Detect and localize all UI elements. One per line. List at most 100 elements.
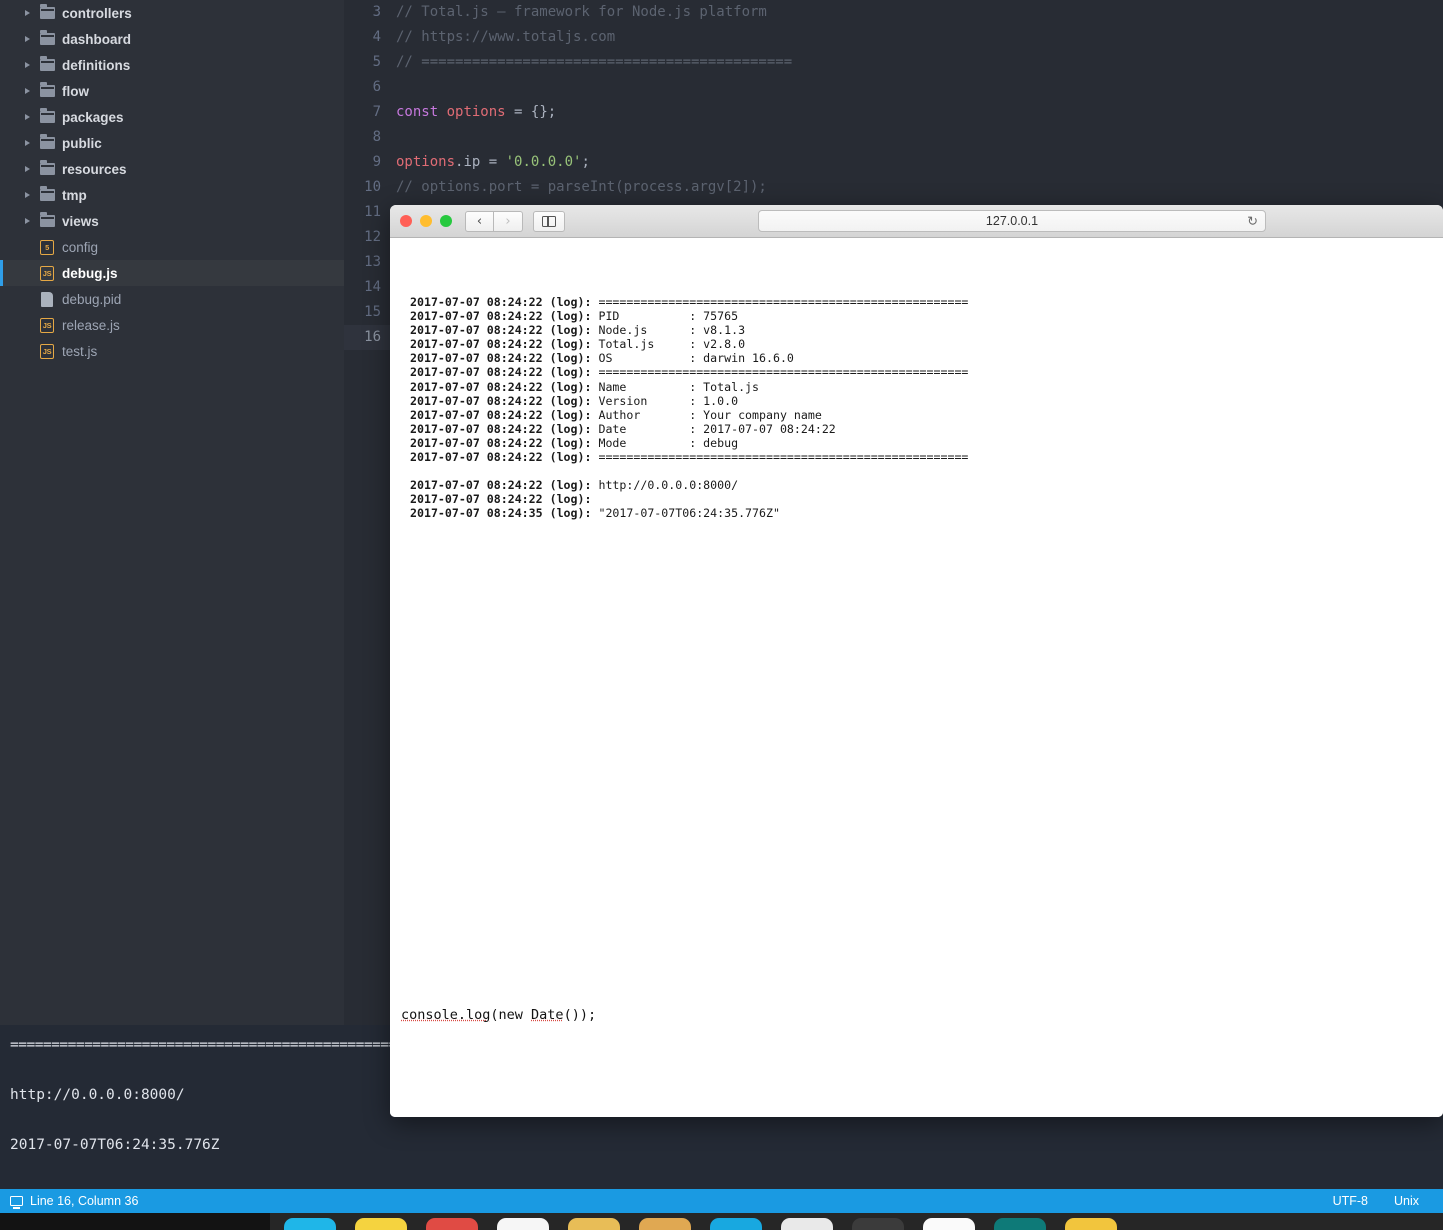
file-type-badge: JS (40, 343, 54, 359)
forward-button[interactable]: › (494, 210, 523, 232)
disclosure-triangle-icon[interactable] (22, 7, 34, 19)
log-line: 2017-07-07 08:24:22 (log): =============… (410, 295, 1443, 309)
log-message: PID : 75765 (598, 309, 739, 324)
log-timestamp: 2017-07-07 08:24:22 (log): (410, 337, 599, 352)
browser-titlebar[interactable]: ‹ › 127.0.0.1 ↻ (390, 205, 1443, 238)
tree-item-debug-js[interactable]: JS debug.js (0, 260, 344, 286)
log-message: ========================================… (598, 365, 969, 380)
sidebar-toggle-button[interactable] (533, 210, 565, 232)
plain-file-icon (36, 291, 58, 307)
dock-icon-notes[interactable] (355, 1218, 407, 1230)
code-token: = {}; (505, 104, 557, 120)
misspelled-word: Date (531, 1007, 564, 1023)
file-type-badge: 5 (40, 239, 54, 255)
dock-icon-window[interactable] (781, 1218, 833, 1230)
encoding-label[interactable]: UTF-8 (1333, 1194, 1394, 1208)
tree-item-test-js[interactable]: JS test.js (0, 338, 344, 364)
tree-item-flow[interactable]: flow (0, 78, 344, 104)
tree-item-label: dashboard (62, 31, 132, 47)
browser-window[interactable]: ‹ › 127.0.0.1 ↻ 2017-07-07 08:24:22 (log… (390, 205, 1443, 1117)
log-timestamp: 2017-07-07 08:24:22 (log): (410, 450, 599, 465)
back-button[interactable]: ‹ (465, 210, 494, 232)
dock-icon-app-blue[interactable] (710, 1218, 762, 1230)
dock-icon-app-red[interactable] (426, 1218, 478, 1230)
tree-item-config[interactable]: 5 config (0, 234, 344, 260)
line-number-3: 3 (372, 4, 381, 20)
log-line: 2017-07-07 08:24:22 (log): =============… (410, 450, 1443, 464)
log-line: 2017-07-07 08:24:22 (log): =============… (410, 365, 1443, 379)
folder-glyph (39, 82, 55, 97)
tree-item-packages[interactable]: packages (0, 104, 344, 130)
tree-item-debug-pid[interactable]: debug.pid (0, 286, 344, 312)
tree-item-label: tmp (62, 187, 87, 203)
reload-icon[interactable]: ↻ (1247, 215, 1258, 228)
log-message: Name : Total.js (598, 379, 760, 394)
log-timestamp: 2017-07-07 08:24:22 (log): (410, 435, 599, 450)
folder-glyph (39, 212, 55, 227)
disclosure-triangle-icon[interactable] (22, 137, 34, 149)
tree-item-definitions[interactable]: definitions (0, 52, 344, 78)
dock-icon-folder-b[interactable] (639, 1218, 691, 1230)
line-ending-label[interactable]: Unix (1394, 1194, 1443, 1208)
disclosure-triangle-icon[interactable] (22, 111, 34, 123)
log-line: 2017-07-07 08:24:22 (log): http://0.0.0.… (410, 478, 1443, 492)
tree-item-controllers[interactable]: controllers (0, 0, 344, 26)
dock-icon-yellow[interactable] (1065, 1218, 1117, 1230)
disclosure-triangle-icon[interactable] (22, 59, 34, 71)
tree-item-tmp[interactable]: tmp (0, 182, 344, 208)
tree-item-resources[interactable]: resources (0, 156, 344, 182)
code-token: // Total.js — framework for Node.js plat… (396, 4, 767, 20)
disclosure-triangle-icon[interactable] (22, 85, 34, 97)
dock-icon-app-pale[interactable] (923, 1218, 975, 1230)
log-line (410, 464, 1443, 478)
line-number-12: 12 (364, 229, 381, 245)
file-tree-sidebar[interactable]: controllers dashboard definitions flow packa… (0, 0, 344, 1025)
folder-glyph (39, 108, 55, 123)
tree-item-label: packages (62, 109, 124, 125)
window-controls[interactable] (400, 215, 452, 227)
tree-item-dashboard[interactable]: dashboard (0, 26, 344, 52)
line-number-4: 4 (372, 29, 381, 45)
log-timestamp: 2017-07-07 08:24:22 (log): (410, 295, 599, 309)
dock-icon-finder[interactable] (284, 1218, 336, 1230)
line-number-14: 14 (364, 279, 381, 295)
dock-icon-terminal[interactable] (852, 1218, 904, 1230)
log-message: Node.js : v8.1.3 (598, 323, 746, 338)
tree-item-public[interactable]: public (0, 130, 344, 156)
dock-icon-strip[interactable] (270, 1213, 1443, 1230)
disclosure-triangle-icon[interactable] (22, 189, 34, 201)
minimize-button[interactable] (420, 215, 432, 227)
disclosure-triangle-icon[interactable] (22, 33, 34, 45)
os-dock (0, 1213, 1443, 1230)
code-line-10: // options.port = parseInt(process.argv[… (390, 175, 1443, 200)
zoom-button[interactable] (440, 215, 452, 227)
log-line: 2017-07-07 08:24:22 (log): PID : 75765 (410, 309, 1443, 323)
address-bar[interactable]: 127.0.0.1 ↻ (758, 210, 1266, 232)
log-message: "2017-07-07T06:24:35.776Z" (598, 506, 780, 521)
folder-icon (36, 108, 58, 123)
dock-icon-app-white[interactable] (497, 1218, 549, 1230)
monitor-icon (10, 1196, 23, 1209)
log-line: 2017-07-07 08:24:22 (log): Author : Your… (410, 408, 1443, 422)
code-line-5: // =====================================… (390, 50, 1443, 75)
log-message: Total.js : v2.8.0 (598, 337, 746, 352)
status-cursor-group[interactable]: Line 16, Column 36 (0, 1194, 138, 1209)
folder-glyph (39, 56, 55, 71)
dock-icon-teal[interactable] (994, 1218, 1046, 1230)
tree-item-views[interactable]: views (0, 208, 344, 234)
dock-icon-folder-a[interactable] (568, 1218, 620, 1230)
tree-item-release-js[interactable]: JS release.js (0, 312, 344, 338)
log-message: http://0.0.0.0:8000/ (598, 478, 739, 493)
disclosure-triangle-icon[interactable] (22, 163, 34, 175)
log-message: Version : 1.0.0 (598, 393, 739, 408)
code-line-9: options.ip = '0.0.0.0'; (390, 150, 1443, 175)
disclosure-triangle-icon[interactable] (22, 215, 34, 227)
chevron-left-icon: ‹ (476, 213, 483, 229)
close-button[interactable] (400, 215, 412, 227)
navigation-buttons[interactable]: ‹ › (465, 210, 523, 232)
url-text: 127.0.0.1 (985, 214, 1039, 228)
log-timestamp: 2017-07-07 08:24:22 (log): (410, 407, 599, 422)
